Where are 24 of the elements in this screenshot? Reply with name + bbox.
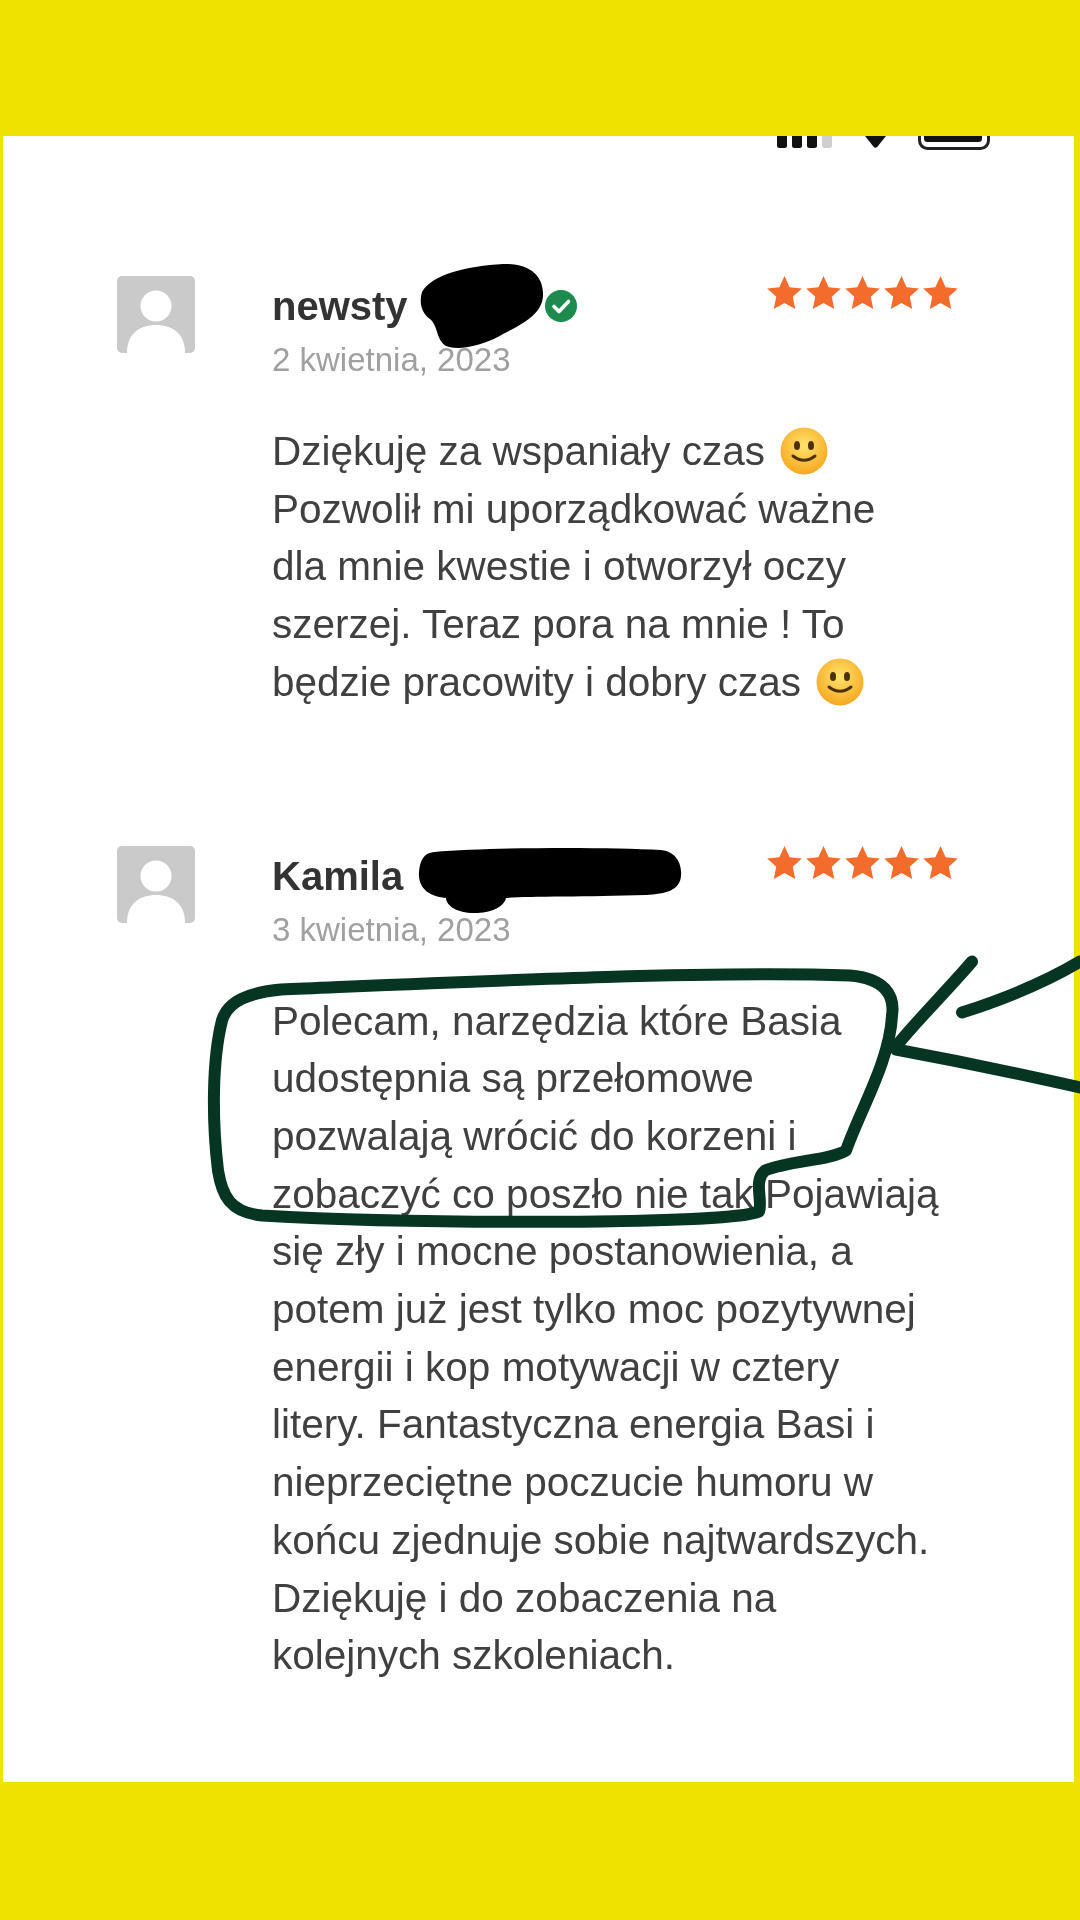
star-icon [923, 845, 958, 879]
wifi-icon [865, 136, 886, 148]
star-icon [806, 845, 841, 879]
review-date: 2 kwietnia, 2023 [272, 340, 512, 380]
user-avatar-icon [117, 276, 195, 353]
author-name: Kamila [272, 852, 404, 900]
review-text: Dziękuję za wspaniały czas [272, 428, 765, 474]
user-avatar-icon [117, 845, 195, 923]
review-text: się zły i mocne postanowienia, a potem już jest tylko moc pozytywnej energii i kop motywacji w cztery litery. Fantastyczna energia Basi i nieprzeciętne poczucie humoru w końcu zjednuje sobie najtwardszych. Dziękuję i do zobaczenia na kolejnych szkoleniach. [272, 1228, 930, 1679]
star-icon [923, 276, 958, 309]
star-icon [806, 276, 841, 309]
author-name: newsty [272, 283, 408, 330]
star-icon [845, 845, 880, 879]
review-text: będzie pracowity i dobry czas [272, 658, 801, 705]
review-text: zobaczyć co poszło nie tak [272, 1170, 754, 1217]
star-icon [767, 845, 802, 879]
star-icon [884, 845, 919, 879]
star-icon [767, 276, 802, 309]
battery-icon [918, 136, 990, 150]
review-date: 3 kwietnia, 2023 [272, 909, 512, 950]
star-icon [845, 276, 880, 309]
star-icon [884, 276, 919, 309]
review-text: Pojawiają [765, 1170, 939, 1217]
signal-icon [777, 136, 833, 148]
